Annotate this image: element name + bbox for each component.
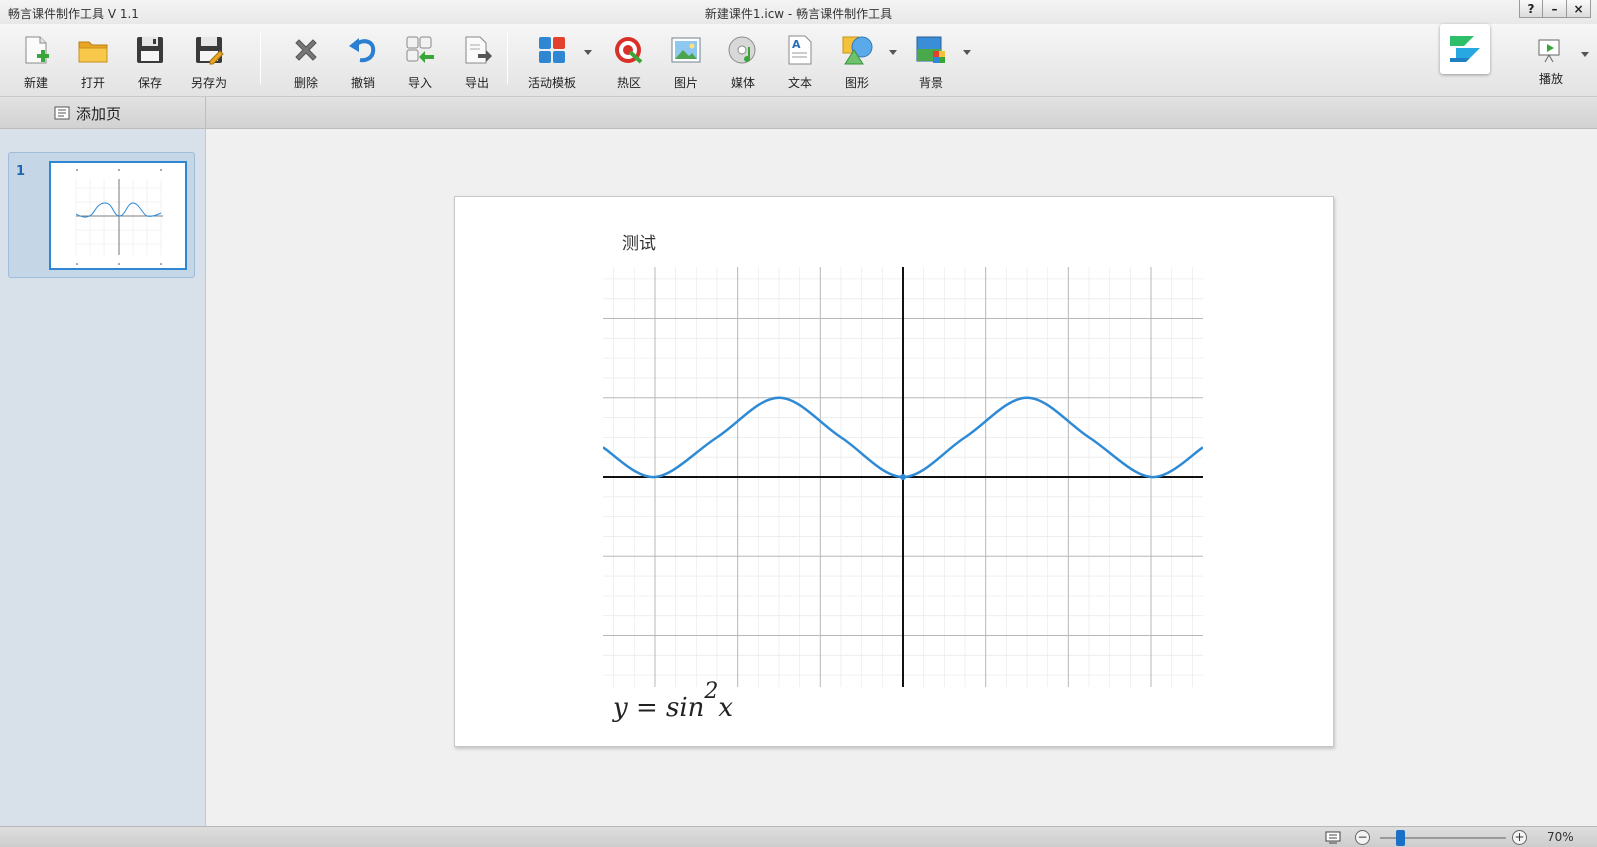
add-page-label: 添加页 — [76, 104, 122, 123]
text-button[interactable]: A 文本 — [774, 30, 826, 92]
origin-point — [900, 474, 906, 480]
minimize-button[interactable]: – — [1543, 0, 1567, 18]
ribbon-toolbar: 新建 打开 保存 另存为 删除 撤销 导入 导出 活动模板 热区 图片 媒体 A… — [0, 24, 1597, 97]
template-grid-icon — [539, 37, 565, 63]
panel-divider — [205, 97, 206, 129]
formula-exponent: 2 — [704, 679, 719, 704]
function-graph[interactable] — [603, 267, 1203, 687]
slide-thumbnail-preview — [75, 169, 163, 265]
help-button[interactable]: ? — [1519, 0, 1543, 18]
play-icon — [1538, 39, 1560, 63]
slide-thumbnail[interactable] — [49, 161, 187, 270]
shape-button[interactable]: 图形 — [831, 30, 897, 92]
slide-page[interactable]: 测试 y = sin2x — [454, 196, 1334, 747]
undo-button[interactable]: 撤销 — [337, 30, 389, 92]
slide-thumbnail-item[interactable]: 1 — [8, 152, 195, 278]
export-icon — [465, 36, 492, 64]
chevron-down-icon[interactable] — [889, 50, 897, 55]
new-button[interactable]: 新建 — [10, 30, 62, 92]
app-logo — [1440, 24, 1490, 74]
open-button[interactable]: 打开 — [67, 30, 119, 92]
formula-prefix: y = sin — [613, 693, 705, 723]
export-button[interactable]: 导出 — [451, 30, 503, 92]
window-controls: ? – × — [1519, 0, 1591, 18]
media-disc-icon — [728, 36, 756, 64]
picture-icon — [671, 37, 701, 63]
activity-template-label: 活动模板 — [527, 76, 576, 90]
image-button[interactable]: 图片 — [660, 30, 712, 92]
import-button[interactable]: 导入 — [394, 30, 446, 92]
delete-x-icon — [295, 39, 317, 61]
chevron-down-icon[interactable] — [963, 50, 971, 55]
document-title: 新建课件1.icw - 畅言课件制作工具 — [704, 7, 893, 21]
background-icon — [916, 36, 945, 63]
formula-text[interactable]: y = sin2x — [613, 679, 734, 723]
delete-button[interactable]: 删除 — [280, 30, 332, 92]
shapes-icon — [842, 36, 873, 65]
zoom-out-button[interactable]: − — [1355, 830, 1370, 845]
hotspot-button[interactable]: 热区 — [603, 30, 655, 92]
logo-icon — [1450, 36, 1480, 62]
import-icon — [406, 36, 434, 63]
target-icon — [615, 37, 643, 64]
activity-template-button[interactable]: 活动模板 — [526, 30, 592, 92]
add-page-icon — [54, 106, 70, 120]
toolbar-separator — [507, 32, 508, 84]
zoom-in-button[interactable]: + — [1512, 830, 1527, 845]
close-button[interactable]: × — [1567, 0, 1591, 18]
save-button[interactable]: 保存 — [124, 30, 176, 92]
undo-arrow-icon — [349, 38, 376, 63]
zoom-slider-thumb[interactable] — [1396, 830, 1406, 846]
floppy-disk-icon — [137, 37, 163, 63]
title-bar: 畅言课件制作工具 V 1.1 新建课件1.icw - 畅言课件制作工具 ? – … — [0, 0, 1597, 24]
new-file-icon — [25, 36, 49, 64]
slide-number: 1 — [16, 164, 26, 179]
toolbar-separator — [260, 32, 261, 84]
formula-suffix: x — [718, 693, 734, 723]
save-as-label: 另存为 — [190, 76, 227, 90]
folder-icon — [78, 41, 108, 63]
app-window: 畅言课件制作工具 V 1.1 新建课件1.icw - 畅言课件制作工具 ? – … — [0, 0, 1597, 847]
chevron-down-icon[interactable] — [584, 50, 592, 55]
text-doc-icon: A — [788, 35, 812, 65]
slide-panel: 1 — [0, 129, 206, 826]
page-toolbar: 添加页 — [0, 97, 1597, 129]
add-page-button[interactable]: 添加页 — [54, 102, 121, 124]
play-button[interactable]: 播放 — [1525, 30, 1589, 92]
save-as-button[interactable]: 另存为 — [183, 30, 235, 92]
background-button[interactable]: 背景 — [905, 30, 971, 92]
slide-title-text[interactable]: 测试 — [622, 229, 656, 254]
export-label: 导出 — [464, 76, 489, 90]
status-bar: − + 70% — [0, 826, 1597, 847]
save-as-icon — [196, 37, 224, 65]
chevron-down-icon[interactable] — [1581, 52, 1589, 57]
media-button[interactable]: 媒体 — [717, 30, 769, 92]
page-view-icon[interactable] — [1325, 831, 1341, 845]
editing-canvas: 测试 y = sin2x — [206, 129, 1597, 826]
background-label: 背景 — [918, 76, 943, 90]
svg-text:A: A — [792, 38, 801, 51]
zoom-level: 70% — [1547, 830, 1574, 844]
play-label: 播放 — [1538, 72, 1563, 86]
shape-label: 图形 — [844, 76, 869, 90]
